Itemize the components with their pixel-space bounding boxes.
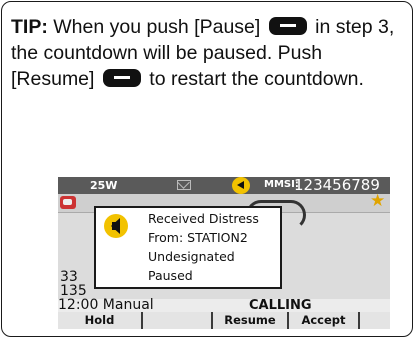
power-level: 25W [90, 179, 118, 192]
distress-popup: Received Distress From: STATION2 Undesig… [94, 206, 282, 289]
status-bar: 25W MMSI: 123456789 [58, 177, 390, 194]
softkey-blank[interactable] [143, 312, 213, 329]
softkey-accept[interactable]: Accept [289, 312, 360, 329]
time-bar: 12:00 Manual CALLING [58, 297, 390, 313]
popup-line-4: Paused [148, 268, 193, 283]
speaker-icon [104, 214, 128, 238]
tip-text-part-3: to restart the countdown. [143, 68, 364, 90]
pause-key-icon [268, 17, 307, 35]
resume-key-icon [102, 69, 141, 87]
popup-line-2: From: STATION2 [148, 230, 248, 245]
mmsi-value: 123456789 [294, 177, 380, 194]
softkey-hold[interactable]: Hold [58, 312, 143, 329]
popup-line-1: Received Distress [148, 211, 259, 226]
speaker-icon [232, 177, 250, 194]
calling-status: CALLING [249, 298, 312, 313]
popup-message: Received Distress From: STATION2 Undesig… [148, 209, 259, 285]
softkey-bar: Hold Resume Accept [58, 312, 390, 329]
mail-icon [177, 180, 191, 190]
time-text: 12:00 Manual [58, 297, 154, 313]
tip-text-part-1: When you push [Pause] [47, 16, 261, 38]
softkey-resume[interactable]: Resume [213, 312, 289, 329]
star-icon: ★ [370, 191, 386, 211]
tip-box: TIP: When you push [Pause] in step 3, th… [1, 1, 413, 337]
radio-screen: 25W MMSI: 123456789 ★ 33 135 12:00 Manua… [58, 177, 390, 329]
tip-label: TIP: [11, 16, 48, 38]
softkey-blank-2[interactable] [360, 312, 390, 329]
tip-text: TIP: When you push [Pause] in step 3, th… [11, 14, 409, 92]
popup-line-3: Undesignated [148, 249, 235, 264]
gps-icon [60, 196, 76, 209]
